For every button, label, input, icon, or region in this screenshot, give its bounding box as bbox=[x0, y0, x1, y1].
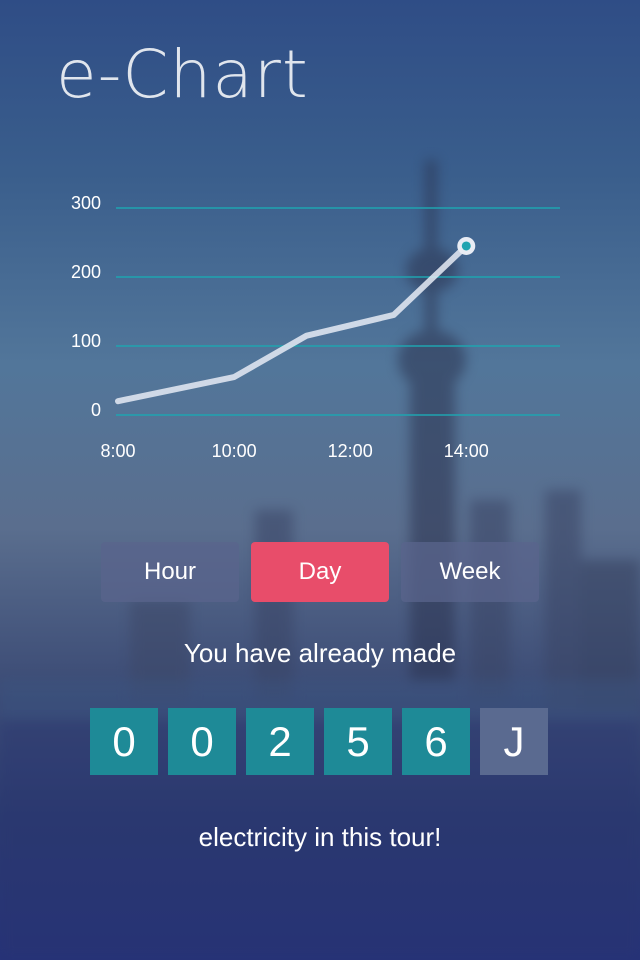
counter-digit: 5 bbox=[324, 708, 392, 775]
counter-digit: 6 bbox=[402, 708, 470, 775]
y-tick-label: 300 bbox=[71, 193, 101, 213]
energy-counter: 0 0 2 5 6 J bbox=[90, 708, 548, 775]
x-tick-label: 14:00 bbox=[444, 441, 489, 461]
tab-hour[interactable]: Hour bbox=[101, 542, 239, 602]
city-skyline-background bbox=[0, 160, 640, 960]
series-line bbox=[115, 242, 470, 405]
electricity-line-chart: 0 100 200 300 8:00 10:00 12:00 14:00 bbox=[71, 193, 560, 461]
x-tick-label: 12:00 bbox=[328, 441, 373, 461]
counter-unit: J bbox=[480, 708, 548, 775]
x-tick-label: 8:00 bbox=[100, 441, 135, 461]
y-tick-label: 0 bbox=[91, 400, 101, 420]
y-tick-label: 100 bbox=[71, 331, 101, 351]
tab-week[interactable]: Week bbox=[401, 542, 539, 602]
period-tabs: Hour Day Week bbox=[101, 542, 539, 602]
counter-digit: 0 bbox=[168, 708, 236, 775]
tour-caption: electricity in this tour! bbox=[198, 822, 442, 852]
app-title: e-Chart bbox=[56, 36, 309, 113]
counter-digit: 0 bbox=[90, 708, 158, 775]
made-caption: You have already made bbox=[183, 638, 457, 668]
tab-day[interactable]: Day bbox=[251, 542, 389, 602]
y-tick-label: 200 bbox=[71, 262, 101, 282]
last-point-dot bbox=[461, 241, 471, 251]
x-tick-label: 10:00 bbox=[212, 441, 257, 461]
counter-digit: 2 bbox=[246, 708, 314, 775]
